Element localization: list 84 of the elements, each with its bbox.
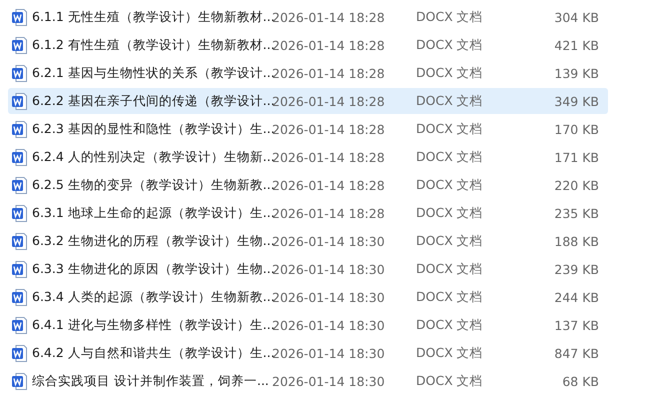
file-name: 综合实践项目 设计并制作装置，饲养一... bbox=[32, 372, 270, 390]
file-type: DOCX 文档 bbox=[416, 64, 484, 82]
word-document-icon bbox=[12, 64, 27, 82]
word-document-icon bbox=[12, 204, 27, 222]
modified-date: 2026-01-14 18:30 bbox=[272, 374, 386, 388]
word-document-icon bbox=[12, 120, 27, 138]
word-document-icon bbox=[12, 232, 27, 250]
file-name: 6.3.2 生物进化的历程（教学设计）生物... bbox=[32, 232, 272, 250]
file-row[interactable]: 6.2.4 人的性别决定（教学设计）生物新...2026-01-14 18:28 DOCX 文档 171 KB bbox=[8, 144, 608, 170]
file-name: 6.2.2 基因在亲子代间的传递（教学设计... bbox=[32, 92, 272, 110]
word-document-icon bbox=[12, 372, 27, 390]
file-size: 171 KB bbox=[553, 150, 599, 164]
file-type: DOCX 文档 bbox=[416, 344, 484, 362]
file-row[interactable]: 6.1.2 有性生殖（教学设计）生物新教材...2026-01-14 18:28 DOCX 文档 421 KB bbox=[8, 32, 608, 58]
file-type: DOCX 文档 bbox=[416, 316, 484, 334]
file-type: DOCX 文档 bbox=[416, 232, 484, 250]
file-size: 239 KB bbox=[553, 262, 599, 276]
file-row[interactable]: 6.3.1 地球上生命的起源（教学设计）生...2026-01-14 18:28 DOCX 文档 235 KB bbox=[8, 200, 608, 226]
modified-date: 2026-01-14 18:28 bbox=[272, 122, 386, 136]
file-size: 220 KB bbox=[553, 178, 599, 192]
word-document-icon bbox=[12, 260, 27, 278]
file-name: 6.4.1 进化与生物多样性（教学设计）生... bbox=[32, 316, 272, 334]
file-size: 349 KB bbox=[553, 94, 599, 108]
word-document-icon bbox=[12, 176, 27, 194]
file-size: 244 KB bbox=[553, 290, 599, 304]
file-type: DOCX 文档 bbox=[416, 288, 484, 306]
modified-date: 2026-01-14 18:28 bbox=[272, 38, 386, 52]
file-row[interactable]: 6.2.1 基因与生物性状的关系（教学设计...2026-01-14 18:28 DOCX 文档 139 KB bbox=[8, 60, 608, 86]
file-type: DOCX 文档 bbox=[416, 92, 484, 110]
file-size: 68 KB bbox=[561, 374, 599, 388]
file-name: 6.2.1 基因与生物性状的关系（教学设计... bbox=[32, 64, 272, 82]
file-row[interactable]: 6.1.1 无性生殖（教学设计）生物新教材...2026-01-14 18:28 DOCX 文档 304 KB bbox=[8, 4, 608, 30]
word-document-icon bbox=[12, 148, 27, 166]
modified-date: 2026-01-14 18:30 bbox=[272, 290, 386, 304]
word-document-icon bbox=[12, 344, 27, 362]
file-type: DOCX 文档 bbox=[416, 260, 484, 278]
file-size: 170 KB bbox=[553, 122, 599, 136]
word-document-icon bbox=[12, 36, 27, 54]
file-row[interactable]: 6.3.2 生物进化的历程（教学设计）生物...2026-01-14 18:30 DOCX 文档 188 KB bbox=[8, 228, 608, 254]
file-row[interactable]: 6.2.2 基因在亲子代间的传递（教学设计...2026-01-14 18:28 DOCX 文档 349 KB bbox=[8, 88, 608, 114]
file-size: 304 KB bbox=[553, 10, 599, 24]
file-type: DOCX 文档 bbox=[416, 204, 484, 222]
file-name: 6.3.1 地球上生命的起源（教学设计）生... bbox=[32, 204, 272, 222]
file-row[interactable]: 6.2.3 基因的显性和隐性（教学设计）生...2026-01-14 18:28 DOCX 文档 170 KB bbox=[8, 116, 608, 142]
file-name: 6.3.3 生物进化的原因（教学设计）生物... bbox=[32, 260, 272, 278]
file-type: DOCX 文档 bbox=[416, 372, 484, 390]
file-type: DOCX 文档 bbox=[416, 120, 484, 138]
file-size: 188 KB bbox=[553, 234, 599, 248]
file-row[interactable]: 6.3.3 生物进化的原因（教学设计）生物...2026-01-14 18:30 DOCX 文档 239 KB bbox=[8, 256, 608, 282]
file-name: 6.2.4 人的性别决定（教学设计）生物新... bbox=[32, 148, 272, 166]
file-row[interactable]: 综合实践项目 设计并制作装置，饲养一... 2026-01-14 18:30 DOCX 文档 68 KB bbox=[8, 368, 608, 394]
file-size: 421 KB bbox=[553, 38, 599, 52]
modified-date: 2026-01-14 18:28 bbox=[272, 178, 386, 192]
modified-date: 2026-01-14 18:28 bbox=[272, 150, 386, 164]
file-size: 139 KB bbox=[553, 66, 599, 80]
word-document-icon bbox=[12, 316, 27, 334]
file-row[interactable]: 6.2.5 生物的变异（教学设计）生物新教...2026-01-14 18:28 DOCX 文档 220 KB bbox=[8, 172, 608, 198]
modified-date: 2026-01-14 18:28 bbox=[272, 10, 386, 24]
word-document-icon bbox=[12, 8, 27, 26]
file-name: 6.1.1 无性生殖（教学设计）生物新教材... bbox=[32, 8, 272, 26]
word-document-icon bbox=[12, 92, 27, 110]
file-row[interactable]: 6.3.4 人类的起源（教学设计）生物新教...2026-01-14 18:30 DOCX 文档 244 KB bbox=[8, 284, 608, 310]
file-name: 6.3.4 人类的起源（教学设计）生物新教... bbox=[32, 288, 272, 306]
modified-date: 2026-01-14 18:30 bbox=[272, 234, 386, 248]
modified-date: 2026-01-14 18:28 bbox=[272, 94, 386, 108]
modified-date: 2026-01-14 18:28 bbox=[272, 206, 386, 220]
modified-date: 2026-01-14 18:30 bbox=[272, 262, 386, 276]
file-name: 6.4.2 人与自然和谐共生（教学设计）生... bbox=[32, 344, 272, 362]
modified-date: 2026-01-14 18:30 bbox=[272, 346, 386, 360]
modified-date: 2026-01-14 18:28 bbox=[272, 66, 386, 80]
file-type: DOCX 文档 bbox=[416, 176, 484, 194]
file-size: 847 KB bbox=[553, 346, 599, 360]
modified-date: 2026-01-14 18:30 bbox=[272, 318, 386, 332]
file-row[interactable]: 6.4.2 人与自然和谐共生（教学设计）生...2026-01-14 18:30 DOCX 文档 847 KB bbox=[8, 340, 608, 366]
file-type: DOCX 文档 bbox=[416, 148, 484, 166]
word-document-icon bbox=[12, 288, 27, 306]
file-type: DOCX 文档 bbox=[416, 8, 484, 26]
file-size: 235 KB bbox=[553, 206, 599, 220]
file-type: DOCX 文档 bbox=[416, 36, 484, 54]
file-size: 137 KB bbox=[553, 318, 599, 332]
file-row[interactable]: 6.4.1 进化与生物多样性（教学设计）生...2026-01-14 18:30 DOCX 文档 137 KB bbox=[8, 312, 608, 338]
file-name: 6.2.5 生物的变异（教学设计）生物新教... bbox=[32, 176, 272, 194]
file-name: 6.2.3 基因的显性和隐性（教学设计）生... bbox=[32, 120, 272, 138]
file-name: 6.1.2 有性生殖（教学设计）生物新教材... bbox=[32, 36, 272, 54]
